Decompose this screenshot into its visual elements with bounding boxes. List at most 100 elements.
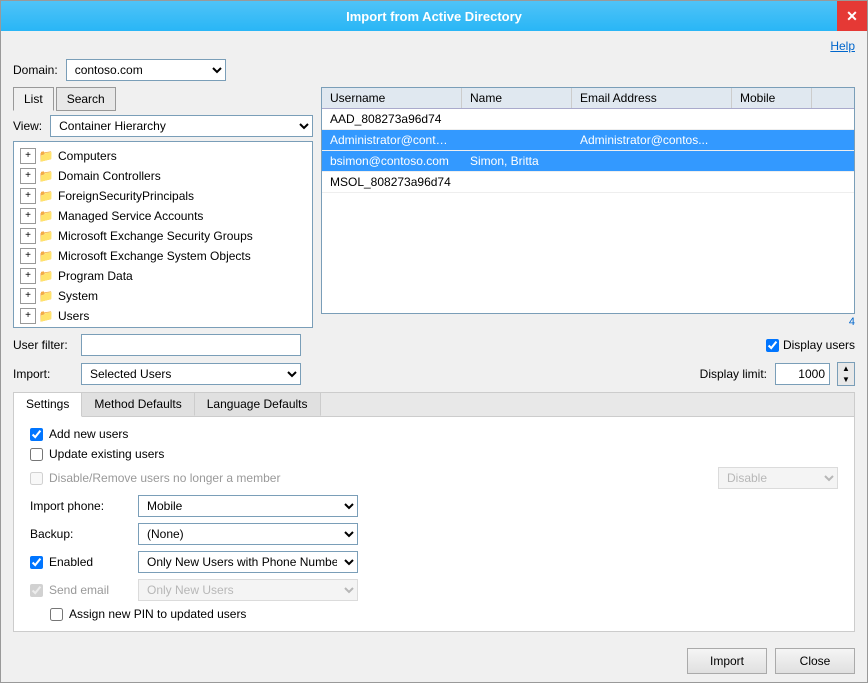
send-email-checkbox[interactable] (30, 584, 43, 597)
tree-expander[interactable]: + (20, 188, 36, 204)
cell-email (572, 109, 732, 129)
import-row: Import: Selected Users All Users Filtere… (13, 362, 855, 386)
folder-icon: 📁 (38, 268, 54, 284)
import-dialog: Import from Active Directory ✕ Help Doma… (0, 0, 868, 683)
backup-select[interactable]: (None) Office Home Mobile (138, 523, 358, 545)
display-limit-input[interactable] (775, 363, 830, 385)
table-row[interactable]: AAD_808273a96d74 (322, 109, 854, 130)
display-users-check: Display users (766, 338, 855, 352)
list-item[interactable]: + 📁 ForeignSecurityPrincipals (18, 186, 308, 206)
import-button[interactable]: Import (687, 648, 767, 674)
folder-icon: 📁 (38, 248, 54, 264)
folder-icon: 📁 (38, 228, 54, 244)
close-button[interactable]: Close (775, 648, 855, 674)
backup-row: Backup: (None) Office Home Mobile (30, 523, 838, 545)
add-new-users-checkbox[interactable] (30, 428, 43, 441)
domain-row: Domain: contoso.com (13, 59, 855, 81)
add-new-users-row: Add new users (30, 427, 838, 441)
list-item[interactable]: + 📁 Computers (18, 146, 308, 166)
filter-row: User filter: Display users (13, 334, 855, 356)
table-row[interactable]: Administrator@contos... Administrator@co… (322, 130, 854, 151)
tree-item-label: Managed Service Accounts (58, 207, 203, 225)
enabled-checkbox[interactable] (30, 556, 43, 569)
list-item[interactable]: + 📁 Users (18, 306, 308, 326)
update-existing-checkbox[interactable] (30, 448, 43, 461)
cell-username: bsimon@contoso.com (322, 151, 462, 171)
folder-icon: 📁 (38, 168, 54, 184)
display-users-checkbox[interactable] (766, 339, 779, 352)
list-item[interactable]: + 📁 System (18, 286, 308, 306)
cell-mobile (732, 130, 812, 150)
title-bar: Import from Active Directory ✕ (1, 1, 867, 31)
left-panel: List Search View: Container Hierarchy + … (13, 87, 313, 328)
user-table: Username Name Email Address Mobile AAD_8… (321, 87, 855, 314)
tree-item-label: Microsoft Exchange System Objects (58, 247, 251, 265)
view-label: View: (13, 119, 42, 133)
cell-name (462, 130, 572, 150)
add-new-users-label: Add new users (49, 427, 128, 441)
settings-tabs: Settings Method Defaults Language Defaul… (14, 393, 854, 417)
view-row: View: Container Hierarchy (13, 115, 313, 137)
list-item[interactable]: + 📁 Program Data (18, 266, 308, 286)
view-select[interactable]: Container Hierarchy (50, 115, 313, 137)
tab-settings[interactable]: Settings (14, 393, 82, 417)
cell-name: Simon, Britta (462, 151, 572, 171)
list-item[interactable]: + 📁 Microsoft Exchange Security Groups (18, 226, 308, 246)
import-phone-row: Import phone: Mobile Office Home (30, 495, 838, 517)
send-email-row: Send email Only New Users (30, 579, 838, 601)
table-header: Username Name Email Address Mobile (322, 88, 854, 109)
list-item[interactable]: + 📁 Domain Controllers (18, 166, 308, 186)
tree-item-label: Computers (58, 147, 117, 165)
import-phone-select[interactable]: Mobile Office Home (138, 495, 358, 517)
send-email-select[interactable]: Only New Users (138, 579, 358, 601)
list-tab[interactable]: List (13, 87, 54, 111)
col-name-header: Name (462, 88, 572, 108)
spin-down-button[interactable]: ▼ (838, 374, 854, 385)
close-x-button[interactable]: ✕ (837, 1, 867, 31)
col-username-header: Username (322, 88, 462, 108)
tree-expander[interactable]: + (20, 168, 36, 184)
cell-username: Administrator@contos... (322, 130, 462, 150)
tree-expander[interactable]: + (20, 248, 36, 264)
list-item[interactable]: + 📁 Microsoft Exchange System Objects (18, 246, 308, 266)
enabled-row: Enabled Only New Users with Phone Number… (30, 551, 838, 573)
help-link[interactable]: Help (13, 39, 855, 53)
page-number: 4 (321, 316, 855, 328)
disable-action-select[interactable]: Disable Remove (718, 467, 838, 489)
user-filter-input[interactable] (81, 334, 301, 356)
domain-select[interactable]: contoso.com (66, 59, 226, 81)
cell-email (572, 151, 732, 171)
enabled-select[interactable]: Only New Users with Phone Number All New… (138, 551, 358, 573)
list-search-tabs: List Search (13, 87, 313, 111)
settings-panel: Settings Method Defaults Language Defaul… (13, 392, 855, 632)
tree-expander[interactable]: + (20, 308, 36, 324)
tree-item-label: System (58, 287, 98, 305)
send-email-label: Send email (49, 583, 109, 597)
table-row[interactable]: MSOL_808273a96d74 (322, 172, 854, 193)
tab-language-defaults[interactable]: Language Defaults (195, 393, 321, 416)
display-limit-label: Display limit: (700, 367, 767, 381)
tree-container[interactable]: + 📁 Computers + 📁 Domain Controllers + 📁… (13, 141, 313, 328)
dialog-body: Help Domain: contoso.com List Search Vie… (1, 31, 867, 640)
import-label: Import: (13, 367, 73, 381)
tree-expander[interactable]: + (20, 208, 36, 224)
cell-mobile (732, 109, 812, 129)
import-select[interactable]: Selected Users All Users Filtered Users (81, 363, 301, 385)
dialog-title: Import from Active Directory (346, 9, 522, 24)
folder-icon: 📁 (38, 308, 54, 324)
assign-pin-checkbox[interactable] (50, 608, 63, 621)
tab-method-defaults[interactable]: Method Defaults (82, 393, 194, 416)
list-item[interactable]: + 📁 Managed Service Accounts (18, 206, 308, 226)
tree-expander[interactable]: + (20, 288, 36, 304)
domain-label: Domain: (13, 63, 58, 77)
tree-expander[interactable]: + (20, 228, 36, 244)
right-panel: Username Name Email Address Mobile AAD_8… (321, 87, 855, 328)
disable-remove-checkbox[interactable] (30, 472, 43, 485)
display-users-label: Display users (783, 338, 855, 352)
tree-expander[interactable]: + (20, 268, 36, 284)
spin-up-button[interactable]: ▲ (838, 363, 854, 374)
table-row[interactable]: bsimon@contoso.com Simon, Britta (322, 151, 854, 172)
tree-expander[interactable]: + (20, 148, 36, 164)
search-tab[interactable]: Search (56, 87, 116, 111)
backup-label: Backup: (30, 527, 130, 541)
